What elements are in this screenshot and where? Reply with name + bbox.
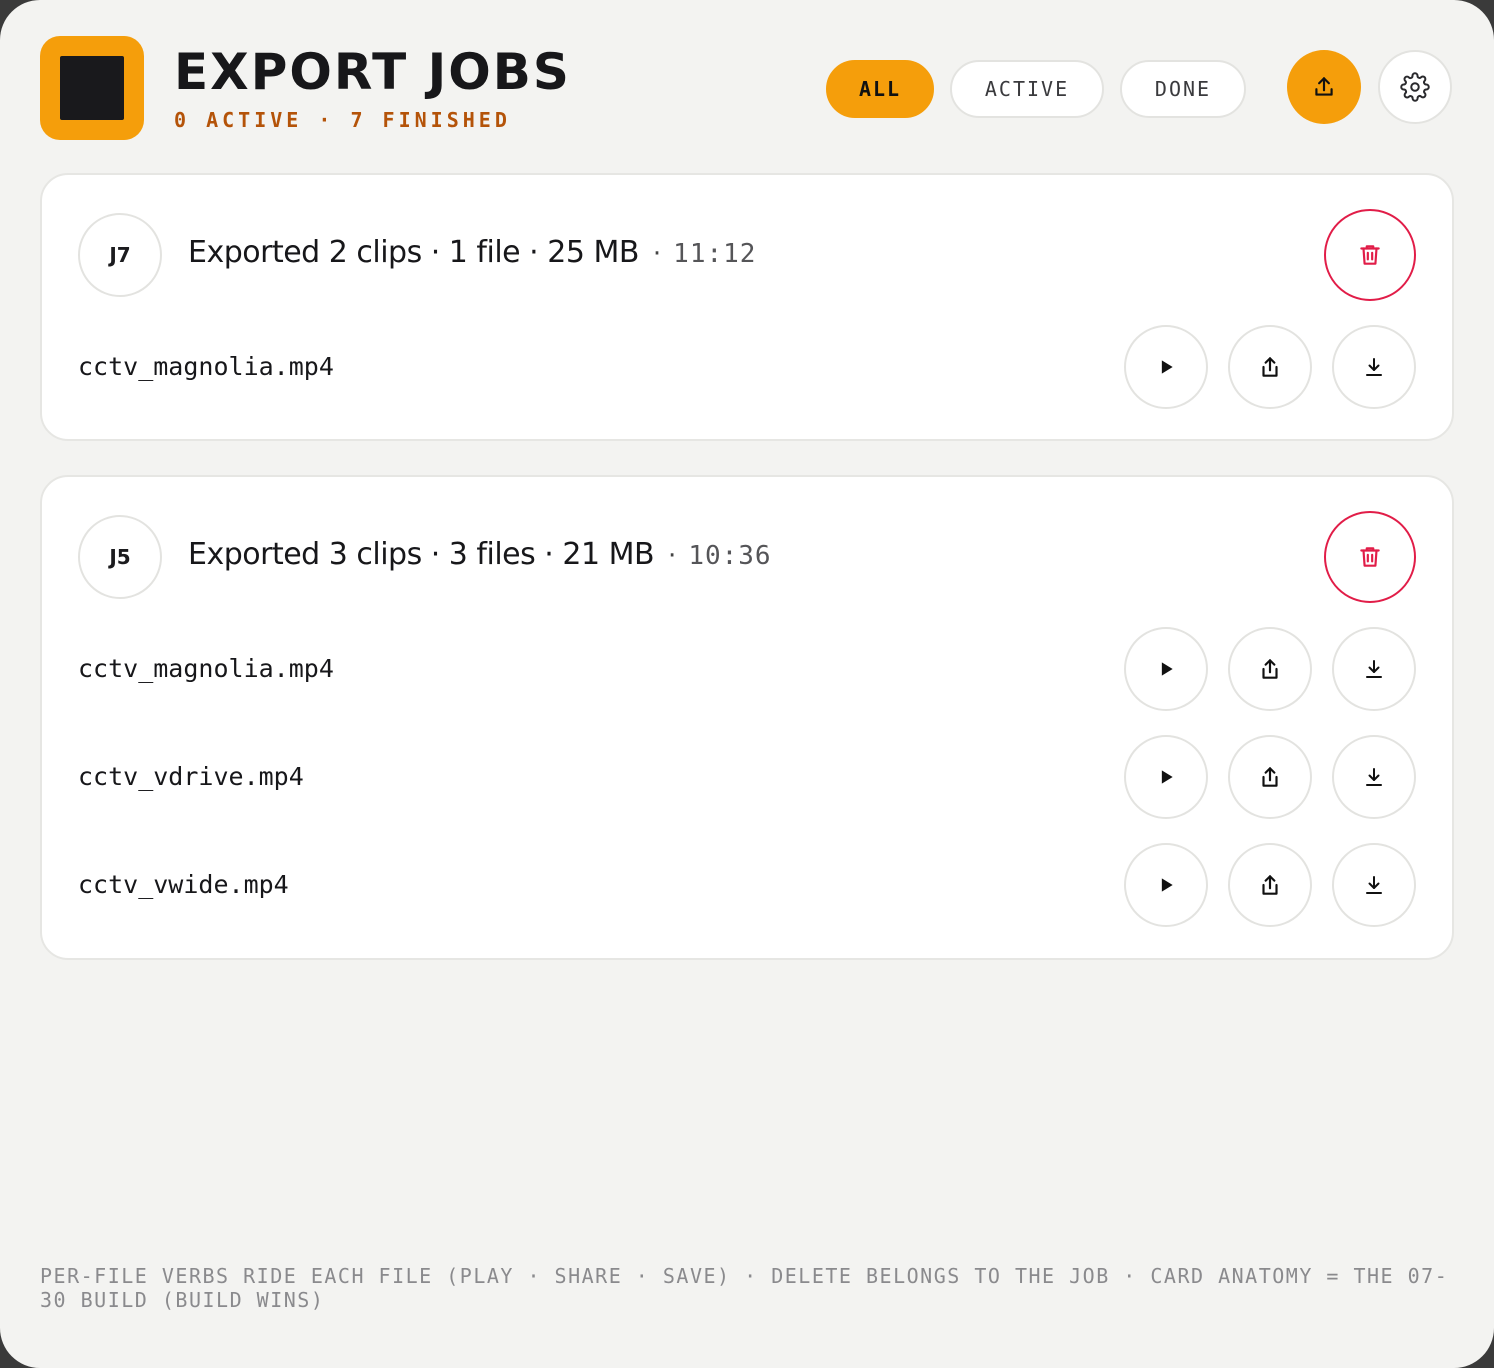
share-file-button[interactable]	[1228, 627, 1312, 711]
filter-done-button[interactable]: DONE	[1120, 60, 1246, 118]
job-summary: Exported 3 clips · 3 files · 21 MB	[188, 537, 655, 572]
header: EXPORT JOBS 0 ACTIVE · 7 FINISHED ALL AC…	[40, 36, 1454, 140]
save-file-button[interactable]	[1332, 627, 1416, 711]
file-name: cctv_magnolia.mp4	[78, 654, 334, 683]
play-file-button[interactable]	[1124, 325, 1208, 409]
upload-icon	[1315, 77, 1333, 96]
trash-icon	[1360, 245, 1380, 265]
job-time: 11:12	[673, 239, 757, 269]
save-file-button[interactable]	[1332, 325, 1416, 409]
page-title: EXPORT JOBS	[174, 43, 571, 101]
file-name: cctv_vdrive.mp4	[78, 762, 304, 791]
share-file-button[interactable]	[1228, 325, 1312, 409]
download-icon	[1366, 768, 1382, 786]
filter-all-button[interactable]: ALL	[826, 60, 934, 118]
file-row: cctv_vdrive.mp4	[42, 735, 1452, 819]
gear-icon	[1400, 72, 1430, 102]
play-file-button[interactable]	[1124, 735, 1208, 819]
play-file-button[interactable]	[1124, 627, 1208, 711]
job-card-j7: J7 Exported 2 clips · 1 file · 25 MB · 1…	[40, 173, 1454, 441]
file-name: cctv_magnolia.mp4	[78, 352, 334, 381]
job-separator: ·	[668, 541, 677, 571]
job-time: 10:36	[688, 541, 772, 571]
logo-mark	[60, 56, 124, 120]
play-icon	[1161, 662, 1173, 676]
job-separator: ·	[652, 239, 662, 269]
save-file-button[interactable]	[1332, 843, 1416, 927]
footer-note: PER-FILE VERBS RIDE EACH FILE (PLAY · SH…	[40, 1264, 1449, 1312]
play-icon	[1161, 770, 1173, 784]
job-id-badge: J7	[78, 213, 162, 297]
job-id-badge: J5	[78, 515, 162, 599]
delete-job-button[interactable]	[1324, 209, 1416, 301]
export-jobs-window: EXPORT JOBS 0 ACTIVE · 7 FINISHED ALL AC…	[0, 0, 1494, 1368]
filter-active-button[interactable]: ACTIVE	[950, 60, 1104, 118]
play-file-button[interactable]	[1124, 843, 1208, 927]
job-summary: Exported 2 clips · 1 file · 25 MB	[188, 235, 639, 270]
file-row: cctv_magnolia.mp4	[42, 325, 1452, 409]
play-icon	[1161, 878, 1173, 892]
file-row: cctv_magnolia.mp4	[42, 627, 1452, 711]
settings-button[interactable]	[1378, 50, 1452, 124]
share-icon	[1262, 767, 1278, 787]
save-file-button[interactable]	[1332, 735, 1416, 819]
job-header-line: Exported 2 clips · 1 file · 25 MB · 11:1…	[188, 235, 756, 275]
delete-job-button[interactable]	[1324, 511, 1416, 603]
share-file-button[interactable]	[1228, 843, 1312, 927]
share-icon	[1262, 875, 1278, 895]
job-card-j5: J5 Exported 3 clips · 3 files · 21 MB · …	[40, 475, 1454, 960]
share-icon	[1262, 357, 1278, 377]
job-count-subtitle: 0 ACTIVE · 7 FINISHED	[174, 108, 511, 132]
download-icon	[1366, 660, 1382, 678]
trash-icon	[1360, 547, 1380, 567]
job-header-line: Exported 3 clips · 3 files · 21 MB · 10:…	[188, 537, 772, 577]
app-logo	[40, 36, 144, 140]
file-name: cctv_vwide.mp4	[78, 870, 289, 899]
download-icon	[1366, 876, 1382, 894]
export-button[interactable]	[1287, 50, 1361, 124]
share-icon	[1262, 659, 1278, 679]
download-icon	[1366, 358, 1382, 376]
file-row: cctv_vwide.mp4	[42, 843, 1452, 927]
share-file-button[interactable]	[1228, 735, 1312, 819]
play-icon	[1161, 360, 1173, 374]
